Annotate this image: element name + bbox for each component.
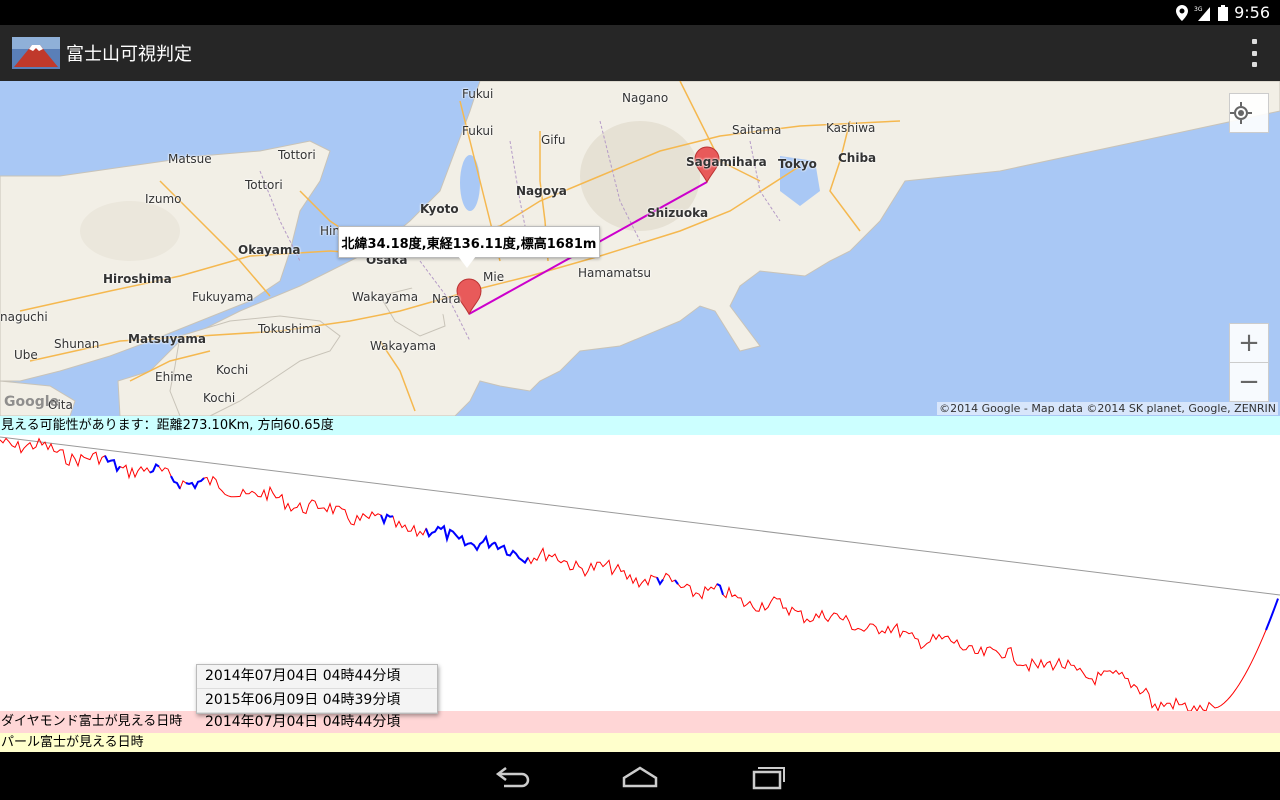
map-label: Shunan [54,337,100,351]
map-label: Tottori [278,148,316,162]
diamond-fuji-row[interactable]: ダイヤモンド富士が見える日時 2014年07月04日 04時44分頃 [0,711,1280,733]
visible-segment [170,475,181,490]
map-label: Fukuyama [192,290,254,304]
visible-segment [149,462,160,474]
visible-segment [380,513,394,526]
map-label: Kochi [203,391,236,405]
clock: 9:56 [1234,3,1270,22]
map-label: Kyoto [420,202,459,216]
map-label: Ehime [155,370,193,384]
map-label: Shizuoka [647,206,709,220]
map-label: Nagano [622,91,669,105]
map-label: Nara [432,292,461,306]
map-canvas [0,81,1280,416]
map-label: Mie [483,270,505,284]
map-label: Matsuyama [128,332,206,346]
home-icon[interactable] [620,762,660,790]
map-label: Okayama [238,243,301,257]
zoom-out-button[interactable]: − [1229,362,1269,402]
minus-icon: − [1238,367,1260,397]
pearl-fuji-row[interactable]: パール富士が見える日時 [0,733,1280,752]
date-dropdown[interactable]: 2014年07月04日 04時44分頃 2015年06月09日 04時39分頃 [196,664,438,714]
terrain-profile [0,435,1280,713]
map-view[interactable]: Fukui Nagano Saitama Kashiwa Fukui Gifu … [0,81,1280,416]
diamond-fuji-value[interactable]: 2014年07月04日 04時44分頃 [205,711,400,733]
app-logo-icon[interactable] [12,37,60,69]
back-icon[interactable] [492,762,532,790]
map-label: naguchi [0,310,48,324]
visible-segment [716,583,724,596]
map-label: Hin [320,224,340,238]
visible-segment [494,541,529,565]
dropdown-option[interactable]: 2014年07月04日 04時44分頃 [197,665,437,689]
status-bar: 3G 9:56 [0,0,1280,25]
visible-segment [425,524,496,552]
map-label: Matsue [168,152,212,166]
map-label: Sagamihara [686,155,767,169]
battery-icon [1218,4,1229,21]
map-label: Kochi [216,363,249,377]
plus-icon: + [1238,328,1260,358]
map-label: Fukui [462,87,494,101]
map-label: Ube [14,348,38,362]
sightline [0,436,1280,596]
map-label: Wakayama [352,290,419,304]
visible-segment [656,576,664,586]
terrain-profile-graph [0,436,1280,713]
map-label: Kashiwa [826,121,876,135]
map-label: Izumo [145,192,182,206]
overflow-menu-icon[interactable] [1242,39,1266,67]
map-label: Hiroshima [103,272,172,286]
map-label: Saitama [732,123,782,137]
app-title: 富士山可視判定 [66,44,192,65]
info-window-tail [458,256,476,268]
map-label: Tokushima [258,322,322,336]
visibility-result: 見える可能性があります：距離273.10Km, 方向60.65度 [0,416,1280,435]
map-label: Hamamatsu [578,266,652,280]
visible-segment [185,477,205,490]
svg-text:3G: 3G [1194,6,1203,13]
map-label: Gifu [541,133,566,147]
pearl-fuji-label: パール富士が見える日時 [1,735,144,750]
google-logo: Google [4,394,60,410]
map-label: Wakayama [370,339,437,353]
location-icon [1176,4,1189,21]
my-location-icon [1230,102,1252,124]
zoom-in-button[interactable]: + [1229,323,1269,363]
map-label: Fukui [462,124,494,138]
map-info-window[interactable]: 北緯34.18度,東経136.11度,標高1681m [338,226,600,258]
recent-apps-icon[interactable] [748,762,788,790]
action-bar: 富士山可視判定 [0,25,1280,81]
map-copyright: ©2014 Google - Map data ©2014 SK planet,… [937,402,1278,415]
visible-segment [104,455,121,473]
dropdown-option[interactable]: 2015年06月09日 04時39分頃 [197,689,437,713]
visible-segment [1265,598,1279,631]
map-label: Chiba [838,151,877,165]
map-label: Tottori [245,178,283,192]
diamond-fuji-label: ダイヤモンド富士が見える日時 [1,714,183,729]
my-location-button[interactable] [1229,93,1269,133]
visible-segment [674,579,679,585]
map-label: Nagoya [516,184,567,198]
status-icons: 3G 9:56 [1176,3,1270,22]
signal-3g-icon: 3G [1194,6,1211,21]
navigation-bar [0,752,1280,800]
terrain-line [0,437,1279,713]
map-label: Tokyo [778,157,817,171]
